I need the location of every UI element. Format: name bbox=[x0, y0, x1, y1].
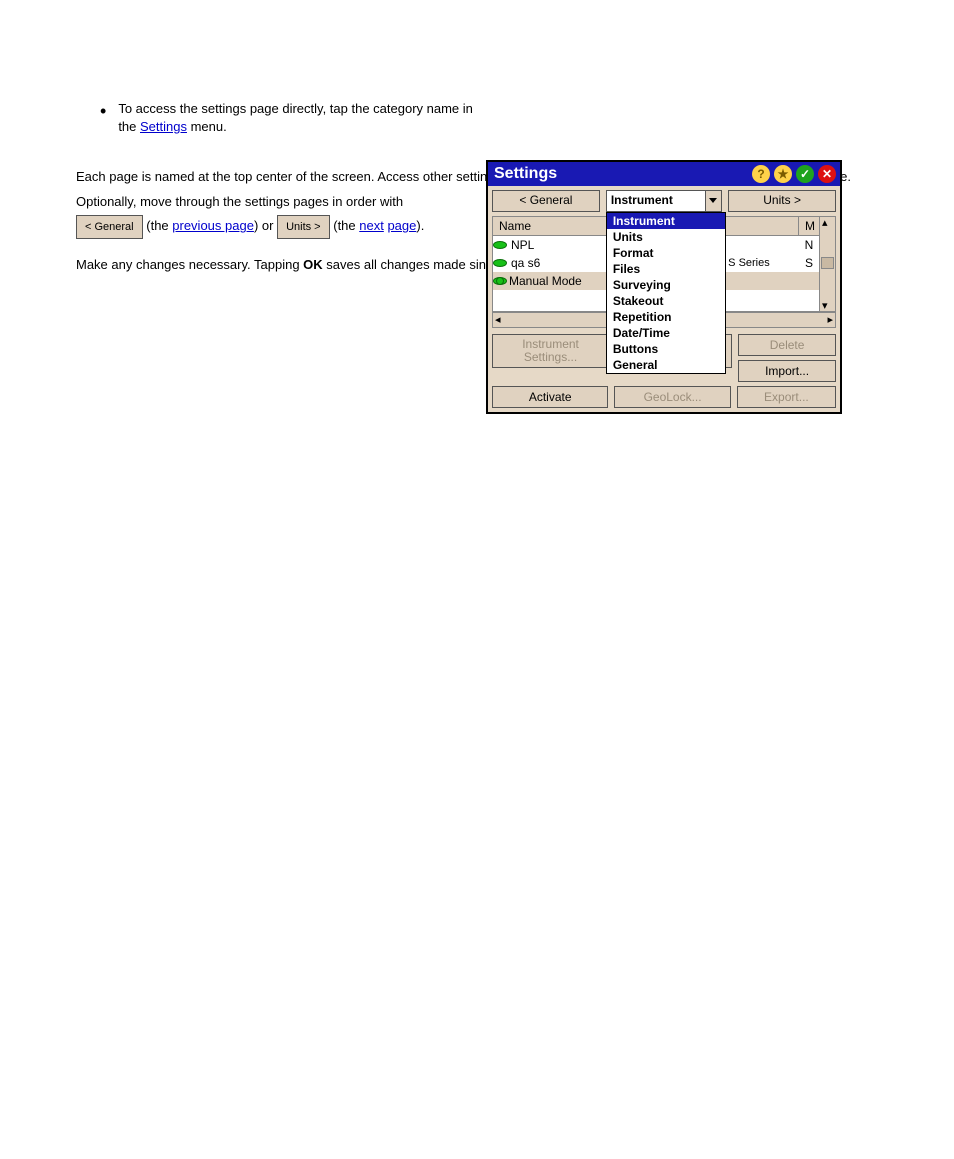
ok-word: OK bbox=[303, 257, 323, 272]
units-inline-button: Units > bbox=[277, 215, 330, 240]
settings-link[interactable]: Settings bbox=[140, 119, 187, 134]
star-icon[interactable]: ★ bbox=[774, 165, 792, 183]
bullet-text: To access the settings page directly, ta… bbox=[118, 100, 478, 135]
dropdown-item[interactable]: General bbox=[607, 357, 725, 373]
bullet-glyph: • bbox=[100, 104, 106, 118]
settings-screenshot: Settings ? ★ ✓ ✕ < General Instrument In… bbox=[486, 160, 842, 414]
col-m[interactable]: M bbox=[799, 217, 819, 235]
import-button[interactable]: Import... bbox=[738, 360, 836, 382]
page-combo[interactable]: Instrument bbox=[606, 190, 722, 212]
previous-page-link[interactable]: previous page bbox=[172, 218, 254, 233]
close-icon[interactable]: ✕ bbox=[818, 165, 836, 183]
dropdown-item[interactable]: Instrument bbox=[607, 213, 725, 229]
ok-icon[interactable]: ✓ bbox=[796, 165, 814, 183]
delete-button[interactable]: Delete bbox=[738, 334, 836, 356]
bullet-tail: menu. bbox=[187, 119, 227, 134]
dropdown-item[interactable]: Repetition bbox=[607, 309, 725, 325]
dropdown-item[interactable]: Stakeout bbox=[607, 293, 725, 309]
next-link[interactable]: next bbox=[359, 218, 384, 233]
general-inline-button: < General bbox=[76, 215, 143, 240]
dropdown-item[interactable]: Units bbox=[607, 229, 725, 245]
window-title: Settings bbox=[494, 165, 557, 183]
active-dot-icon bbox=[496, 277, 504, 285]
geolock-button[interactable]: GeoLock... bbox=[614, 386, 730, 408]
combo-selected: Instrument bbox=[607, 191, 705, 211]
chevron-down-icon[interactable] bbox=[705, 191, 721, 211]
dropdown-item[interactable]: Surveying bbox=[607, 277, 725, 293]
vertical-scrollbar[interactable] bbox=[819, 217, 835, 311]
page-link[interactable]: page bbox=[387, 218, 416, 233]
nav-next-button[interactable]: Units > bbox=[728, 190, 836, 212]
help-icon[interactable]: ? bbox=[752, 165, 770, 183]
nav-prev-button[interactable]: < General bbox=[492, 190, 600, 212]
titlebar: Settings ? ★ ✓ ✕ bbox=[488, 162, 840, 186]
dropdown-item[interactable]: Buttons bbox=[607, 341, 725, 357]
page-dropdown[interactable]: Instrument Units Format Files Surveying … bbox=[606, 212, 726, 374]
dropdown-item[interactable]: Date/Time bbox=[607, 325, 725, 341]
activate-button[interactable]: Activate bbox=[492, 386, 608, 408]
dropdown-item[interactable]: Format bbox=[607, 245, 725, 261]
export-button[interactable]: Export... bbox=[737, 386, 836, 408]
dropdown-item[interactable]: Files bbox=[607, 261, 725, 277]
instrument-settings-button[interactable]: Instrument Settings... bbox=[492, 334, 609, 368]
